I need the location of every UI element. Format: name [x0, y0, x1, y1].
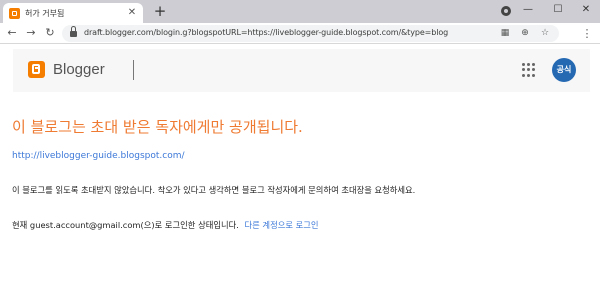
blog-url-link[interactable]: http://liveblogger-guide.blogspot.com/ [12, 151, 185, 161]
tab-strip: 허가 거부됨 ✕ + — ☐ ✕ [0, 0, 600, 23]
avatar[interactable]: 공식 [552, 58, 576, 82]
browser-tab[interactable]: 허가 거부됨 ✕ [3, 3, 143, 23]
tab-title: 허가 거부됨 [25, 8, 65, 18]
new-tab-button[interactable]: + [151, 2, 169, 20]
page-heading: 이 블로그는 초대 받은 독자에게만 공개됩니다. [12, 118, 303, 136]
invite-message: 이 블로그를 읽도록 초대받지 않았습니다. 착오가 있다고 생각하면 블로그 … [12, 185, 416, 195]
brand-name[interactable]: Blogger [53, 61, 105, 78]
account-email: guest.account@gmail.com [29, 220, 141, 230]
url-text[interactable]: draft.blogger.com/blogin.g?blogspotURL=h… [84, 28, 448, 37]
profile-icon[interactable] [501, 6, 511, 16]
login-status: 현재 guest.account@gmail.com(으)로 로그인한 상태입니… [12, 219, 319, 231]
minimize-button[interactable]: — [513, 0, 543, 20]
zoom-icon[interactable]: ⊕ [518, 26, 532, 40]
forward-arrow-icon[interactable]: → [23, 25, 39, 41]
status-suffix: (으)로 로그인한 상태입니다. [140, 220, 239, 230]
address-bar[interactable]: draft.blogger.com/blogin.g?blogspotURL=h… [62, 25, 559, 42]
reload-icon[interactable]: ↻ [42, 25, 58, 41]
close-button[interactable]: ✕ [571, 0, 600, 20]
qr-code-icon[interactable]: ▦ [498, 26, 512, 40]
lock-icon[interactable] [70, 26, 77, 37]
blogger-header: Blogger 공식 [13, 49, 590, 92]
blogger-favicon-icon [9, 7, 20, 19]
header-divider [133, 60, 134, 80]
apps-grid-icon[interactable] [522, 63, 536, 77]
menu-dots-icon[interactable]: ⋮ [581, 26, 593, 41]
maximize-button[interactable]: ☐ [543, 0, 573, 20]
switch-account-link[interactable]: 다른 계정으로 로그인 [245, 220, 319, 230]
browser-toolbar: ← → ↻ draft.blogger.com/blogin.g?blogspo… [0, 23, 600, 44]
blogger-logo-icon[interactable] [28, 61, 45, 78]
back-arrow-icon[interactable]: ← [4, 25, 20, 41]
tab-close-icon[interactable]: ✕ [125, 6, 139, 20]
bookmark-star-icon[interactable]: ☆ [538, 26, 552, 40]
status-prefix: 현재 [12, 220, 28, 230]
